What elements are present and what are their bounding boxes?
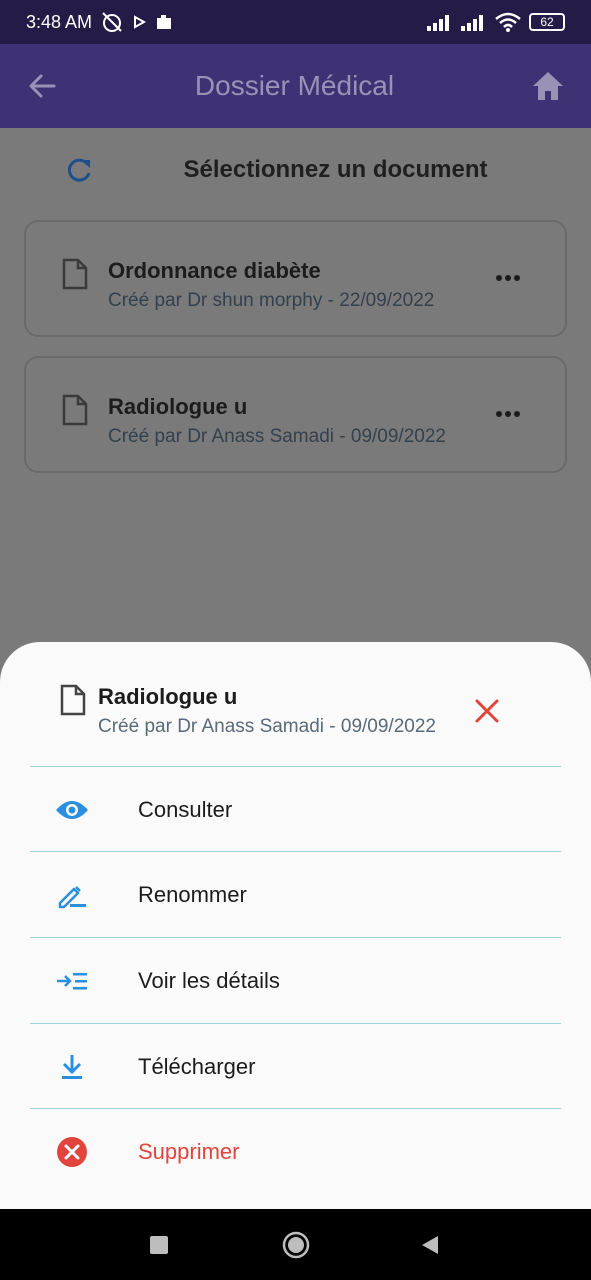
- option-voir-details[interactable]: Voir les détails: [30, 937, 561, 1024]
- back-button-icon[interactable]: [420, 1234, 440, 1256]
- document-name: Ordonnance diabète: [108, 258, 321, 283]
- back-arrow-icon[interactable]: [26, 70, 58, 102]
- signal-icon-2: [461, 15, 483, 31]
- option-supprimer[interactable]: Supprimer: [30, 1108, 561, 1195]
- document-meta: Créé par Dr shun morphy - 22/09/2022: [108, 290, 435, 311]
- sheet-header: Radiologue u Créé par Dr Anass Samadi - …: [0, 642, 591, 766]
- wifi-icon: [495, 12, 521, 32]
- signal-icon: [427, 15, 449, 31]
- option-telecharger[interactable]: Télécharger: [30, 1023, 561, 1110]
- play-icon: [134, 15, 147, 29]
- page-title: Sélectionnez un document: [183, 156, 488, 183]
- home-icon[interactable]: [531, 70, 565, 102]
- details-icon: [57, 973, 87, 990]
- battery-icon: 62: [529, 13, 565, 31]
- close-icon[interactable]: [474, 698, 500, 724]
- app-bar: Dossier Médical: [0, 44, 591, 128]
- pencil-icon: [58, 886, 86, 909]
- option-label: Renommer: [138, 882, 247, 907]
- option-consulter[interactable]: Consulter: [30, 766, 561, 853]
- eye-icon: [56, 801, 88, 819]
- home-button-icon[interactable]: [282, 1231, 310, 1259]
- more-horizontal-icon[interactable]: [495, 274, 521, 282]
- battery-level: 62: [540, 15, 554, 29]
- option-label: Voir les détails: [138, 968, 280, 993]
- file-icon: [62, 394, 88, 426]
- download-icon: [62, 1055, 82, 1079]
- document-name: Radiologue u: [108, 394, 248, 419]
- sheet-document-meta: Créé par Dr Anass Samadi - 09/09/2022: [98, 716, 436, 737]
- alarm-off-icon: [102, 12, 122, 32]
- status-bar: 3:48 AM 62: [0, 0, 591, 44]
- page-header: Sélectionnez un document: [0, 128, 591, 212]
- option-label: Télécharger: [138, 1054, 256, 1079]
- document-actions-sheet: Radiologue u Créé par Dr Anass Samadi - …: [0, 642, 591, 1209]
- recents-icon[interactable]: [150, 1236, 168, 1254]
- sheet-document-name: Radiologue u: [98, 684, 238, 709]
- file-icon: [60, 684, 86, 716]
- status-time: 3:48 AM: [26, 11, 93, 32]
- more-horizontal-icon[interactable]: [495, 410, 521, 418]
- option-label: Consulter: [138, 797, 233, 822]
- option-renommer[interactable]: Renommer: [30, 851, 561, 938]
- puzzle-icon: [157, 15, 172, 29]
- document-meta: Créé par Dr Anass Samadi - 09/09/2022: [108, 426, 446, 447]
- option-label: Supprimer: [138, 1139, 240, 1164]
- system-nav-bar: [0, 1209, 591, 1280]
- delete-circle-icon: [57, 1137, 87, 1167]
- file-icon: [62, 258, 88, 290]
- document-card[interactable]: Ordonnance diabète Créé par Dr shun morp…: [24, 220, 567, 337]
- app-bar-title: Dossier Médical: [194, 70, 395, 101]
- document-card[interactable]: Radiologue u Créé par Dr Anass Samadi - …: [24, 356, 567, 473]
